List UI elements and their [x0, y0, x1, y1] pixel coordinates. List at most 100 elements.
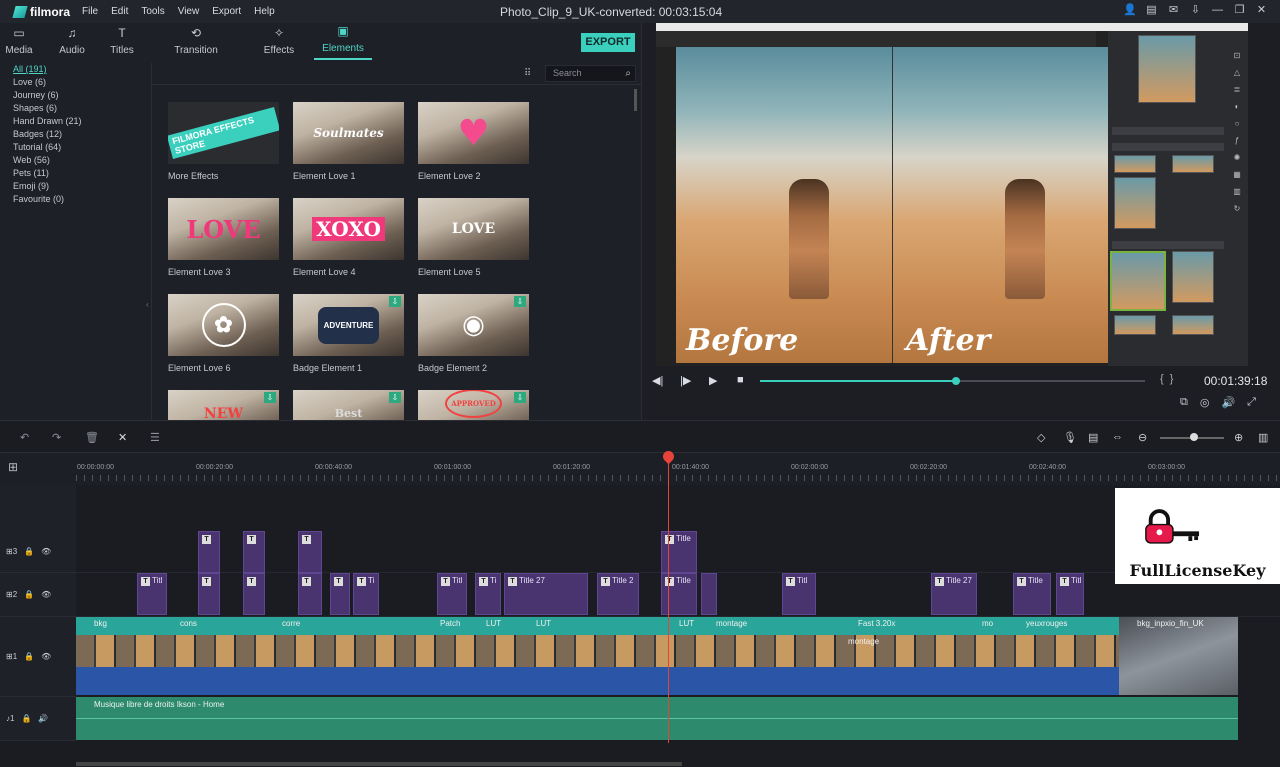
- tab-effects[interactable]: ✧ Effects: [254, 23, 304, 60]
- element-card[interactable]: APPROVED ⇩: [418, 390, 529, 420]
- download-icon[interactable]: ⇩: [514, 296, 526, 307]
- element-card[interactable]: LOVE Element Love 3: [168, 198, 279, 277]
- search-input[interactable]: Search ⌕: [545, 65, 636, 82]
- save-icon[interactable]: ▤: [1145, 4, 1158, 17]
- microphone-icon[interactable]: 🎙: [1063, 431, 1077, 444]
- search-icon[interactable]: ⌕: [625, 66, 631, 81]
- menu-tools[interactable]: Tools: [141, 6, 164, 17]
- delete-icon[interactable]: 🗑: [85, 431, 99, 444]
- export-button[interactable]: EXPORT: [581, 33, 635, 52]
- title-clip[interactable]: T: [330, 573, 350, 615]
- title-clip[interactable]: T Title: [661, 531, 697, 573]
- title-clip[interactable]: T: [198, 573, 220, 615]
- element-card[interactable]: ADVENTURE ⇩ Badge Element 1: [293, 294, 404, 373]
- playhead-line[interactable]: [668, 453, 669, 743]
- element-card[interactable]: FILMORA EFFECTS STORE More Effects: [168, 102, 279, 181]
- element-card[interactable]: Best ⇩: [293, 390, 404, 420]
- layers-icon[interactable]: ≣: [1234, 85, 1241, 94]
- title-clip[interactable]: T Titl: [437, 573, 467, 615]
- eye-icon[interactable]: 👁: [41, 652, 51, 661]
- elements-scrollbar[interactable]: [634, 89, 637, 111]
- close-icon[interactable]: ✕: [1255, 4, 1268, 17]
- element-card[interactable]: XOXO Element Love 4: [293, 198, 404, 277]
- download-icon[interactable]: ⇩: [264, 392, 276, 403]
- title-clip[interactable]: [701, 573, 717, 615]
- title-clip[interactable]: T Ti: [353, 573, 379, 615]
- fit-timeline-icon[interactable]: ⇔: [1112, 431, 1123, 443]
- zoom-slider[interactable]: [1160, 433, 1224, 441]
- category-item-tutorial[interactable]: Tutorial (64): [13, 141, 151, 154]
- mail-icon[interactable]: ✉: [1167, 4, 1180, 17]
- grid-view-icon[interactable]: ⠿: [524, 68, 531, 79]
- volume-icon[interactable]: 🔊: [1221, 396, 1235, 409]
- file-icon[interactable]: ▥: [1233, 187, 1241, 196]
- minimize-icon[interactable]: —: [1211, 4, 1224, 17]
- title-clip[interactable]: T Titl: [782, 573, 816, 615]
- grid-icon[interactable]: ▦: [1233, 170, 1241, 179]
- element-card[interactable]: NEW ⇩: [168, 390, 279, 420]
- menu-help[interactable]: Help: [254, 6, 275, 17]
- category-item-badges[interactable]: Badges (12): [13, 128, 151, 141]
- category-item-love[interactable]: Love (6): [13, 76, 151, 89]
- redo-icon[interactable]: ↷: [52, 431, 61, 444]
- snapshot-icon[interactable]: ◎: [1200, 396, 1210, 409]
- title-clip[interactable]: T Title 2: [597, 573, 639, 615]
- title-clip[interactable]: T Title: [1013, 573, 1051, 615]
- audio-track-1[interactable]: Musique libre de droits Ikson - Home: [76, 697, 1238, 740]
- zoom-slider-knob[interactable]: [1190, 433, 1198, 441]
- tab-audio[interactable]: ♫ Audio: [38, 23, 106, 60]
- category-item-web[interactable]: Web (56): [13, 154, 151, 167]
- refresh-icon[interactable]: ↻: [1234, 204, 1241, 213]
- category-item-pets[interactable]: Pets (11): [13, 167, 151, 180]
- title-clip[interactable]: T: [298, 531, 322, 573]
- timeline-horizontal-scrollbar[interactable]: [76, 762, 682, 766]
- download-icon[interactable]: ⇩: [1189, 4, 1202, 17]
- title-clip[interactable]: T Title: [661, 573, 697, 615]
- title-clip[interactable]: T Title 27: [931, 573, 977, 615]
- category-item-all[interactable]: All (191): [13, 63, 151, 76]
- playback-scrubber[interactable]: [952, 377, 961, 385]
- category-item-journey[interactable]: Journey (6): [13, 89, 151, 102]
- title-clip[interactable]: T Titl: [137, 573, 167, 615]
- element-card[interactable]: ✿ Element Love 6: [168, 294, 279, 373]
- fullscreen-icon[interactable]: ⤢: [1247, 396, 1256, 409]
- speaker-icon[interactable]: 🔊: [38, 714, 48, 723]
- category-item-favourite[interactable]: Favourite (0): [13, 193, 151, 206]
- account-icon[interactable]: 👤: [1123, 4, 1137, 17]
- element-card[interactable]: Soulmates Element Love 1: [293, 102, 404, 181]
- end-video-clip[interactable]: bkg_inpxio_fin_UK: [1119, 617, 1238, 695]
- menu-file[interactable]: File: [82, 6, 98, 17]
- title-clip[interactable]: T: [243, 573, 265, 615]
- title-clip[interactable]: T Title 27: [504, 573, 588, 615]
- stop-icon[interactable]: ■: [737, 374, 744, 386]
- step-forward-icon[interactable]: |▶︎: [680, 374, 691, 387]
- download-icon[interactable]: ⇩: [389, 296, 401, 307]
- lock-icon[interactable]: 🔒: [24, 590, 34, 599]
- circle-icon[interactable]: ○: [1235, 119, 1240, 128]
- category-item-emoji[interactable]: Emoji (9): [13, 180, 151, 193]
- category-item-hand-drawn[interactable]: Hand Drawn (21): [13, 115, 151, 128]
- preview-screen[interactable]: Before After ⊡ △ ≣ ◐ ○ ƒ ✺ ▦ ▥ ↻: [656, 23, 1248, 366]
- tab-transition[interactable]: ⟲ Transition: [138, 23, 254, 60]
- video-track-1[interactable]: bkg cons corre Patch LUT LUT LUT montage…: [76, 617, 1238, 695]
- play-icon[interactable]: ▶: [709, 374, 717, 387]
- adjust-icon[interactable]: ◐: [1235, 102, 1240, 111]
- add-track-icon[interactable]: ⊞: [8, 460, 18, 474]
- title-clip[interactable]: T: [298, 573, 322, 615]
- step-back-icon[interactable]: ◀︎|: [652, 374, 663, 387]
- crop-icon[interactable]: ⊡: [1234, 51, 1241, 60]
- panel-toggle-icon[interactable]: ▥: [1258, 431, 1268, 444]
- title-clip[interactable]: T: [243, 531, 265, 573]
- title-clip[interactable]: T: [198, 531, 220, 573]
- zoom-in-icon[interactable]: ⊕: [1234, 431, 1243, 444]
- playback-progress-bar[interactable]: [760, 377, 1145, 385]
- menu-edit[interactable]: Edit: [111, 6, 128, 17]
- download-icon[interactable]: ⇩: [389, 392, 401, 403]
- tab-elements[interactable]: ▣ Elements: [314, 23, 372, 60]
- voiceover-icon[interactable]: ▤: [1088, 431, 1098, 444]
- eye-icon[interactable]: 👁: [41, 590, 51, 599]
- function-icon[interactable]: ƒ: [1235, 136, 1239, 145]
- marker-icon[interactable]: ◇: [1037, 431, 1045, 444]
- category-item-shapes[interactable]: Shapes (6): [13, 102, 151, 115]
- display-settings-icon[interactable]: ⧉: [1180, 396, 1188, 409]
